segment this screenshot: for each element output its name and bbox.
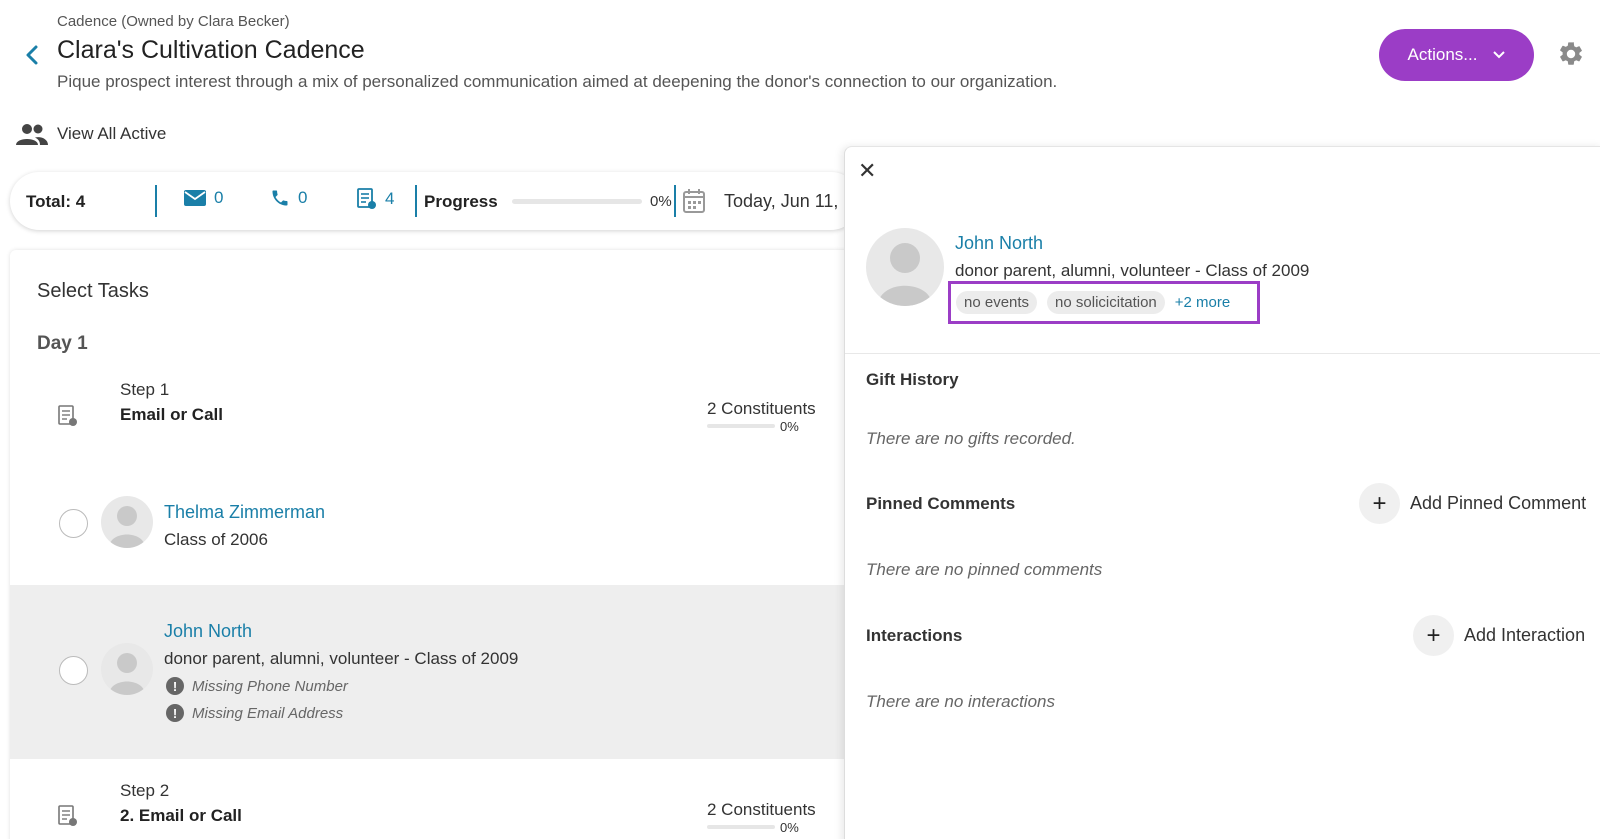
constituents-count: 2 Constituents xyxy=(707,399,816,418)
date-label[interactable]: Today, Jun 11, xyxy=(724,191,838,212)
interactions-empty: There are no interactions xyxy=(866,692,1055,711)
people-icon xyxy=(16,124,48,145)
divider xyxy=(845,353,1600,354)
progress-bar xyxy=(512,199,642,204)
email-icon xyxy=(184,190,206,206)
day-label: Day 1 xyxy=(37,333,88,354)
constituents-count: 2 Constituents xyxy=(707,800,816,819)
progress-percent: 0% xyxy=(650,193,672,210)
constituent-description: Class of 2006 xyxy=(164,530,268,549)
constituent-name[interactable]: John North xyxy=(164,621,252,642)
view-all-active-link[interactable]: View All Active xyxy=(15,122,166,146)
step-progress-percent: 0% xyxy=(780,419,799,434)
task-list-icon xyxy=(58,805,77,826)
chevron-down-icon xyxy=(1493,51,1506,59)
step-progress-bar xyxy=(707,424,775,428)
step-progress-bar xyxy=(707,825,775,829)
avatar xyxy=(101,496,153,548)
divider xyxy=(155,185,157,217)
page-description: Pique prospect interest through a mix of… xyxy=(57,72,1058,91)
cadence-owner: Cadence (Owned by Clara Becker) xyxy=(57,13,290,30)
pinned-comments-heading: Pinned Comments xyxy=(866,494,1016,513)
avatar xyxy=(101,643,153,695)
person-silhouette-icon xyxy=(109,506,145,548)
phone-icon xyxy=(272,190,288,206)
pinned-comments-empty: There are no pinned comments xyxy=(866,560,1103,579)
task-list-icon xyxy=(357,188,376,209)
page-title: Clara's Cultivation Cadence xyxy=(57,36,365,64)
step-name: Email or Call xyxy=(120,405,223,424)
phone-count: 0 xyxy=(298,188,308,207)
tag: no events xyxy=(956,291,1038,314)
email-count: 0 xyxy=(214,188,224,207)
back-chevron-icon[interactable] xyxy=(22,42,42,68)
drawer-constituent-name[interactable]: John North xyxy=(955,233,1043,254)
actions-label: Actions... xyxy=(1407,45,1478,64)
interactions-heading: Interactions xyxy=(866,626,963,645)
alert-icon: ! xyxy=(166,704,184,722)
gift-history-empty: There are no gifts recorded. xyxy=(866,429,1076,448)
step-name: 2. Email or Call xyxy=(120,806,242,825)
add-interaction-button[interactable]: + Add Interaction xyxy=(1413,615,1585,656)
add-interaction-label: Add Interaction xyxy=(1464,625,1586,645)
close-icon[interactable]: ✕ xyxy=(858,160,876,182)
divider xyxy=(415,185,417,217)
gift-history-heading: Gift History xyxy=(866,370,959,389)
tag-list: no events no solicicitation +2 more xyxy=(948,281,1260,324)
drawer-constituent-description: donor parent, alumni, volunteer - Class … xyxy=(955,261,1310,280)
warning-item: ! Missing Email Address xyxy=(166,704,343,722)
step-progress-percent: 0% xyxy=(780,820,799,835)
task-list-icon xyxy=(58,405,77,426)
warning-item: ! Missing Phone Number xyxy=(166,677,348,695)
total-count: Total: 4 xyxy=(26,192,86,211)
task-count: 4 xyxy=(385,189,395,208)
warning-text: Missing Phone Number xyxy=(192,677,348,695)
divider xyxy=(674,185,676,217)
person-silhouette-icon xyxy=(878,243,932,306)
task-stat[interactable]: 4 xyxy=(357,188,394,210)
warning-text: Missing Email Address xyxy=(192,704,344,722)
plus-icon: + xyxy=(1359,483,1400,524)
constituent-name[interactable]: Thelma Zimmerman xyxy=(164,502,325,523)
more-tags-link[interactable]: +2 more xyxy=(1175,294,1230,311)
calendar-icon[interactable] xyxy=(682,188,706,214)
progress-label: Progress xyxy=(424,192,498,211)
step-number: Step 2 xyxy=(120,781,170,800)
alert-icon: ! xyxy=(166,677,184,695)
view-all-label: View All Active xyxy=(57,124,167,143)
person-silhouette-icon xyxy=(109,653,145,695)
add-pinned-comment-button[interactable]: + Add Pinned Comment xyxy=(1359,483,1586,524)
step-number: Step 1 xyxy=(120,380,170,399)
select-radio[interactable] xyxy=(59,656,88,685)
actions-button[interactable]: Actions... xyxy=(1379,29,1534,81)
email-stat[interactable]: 0 xyxy=(184,188,223,208)
constituent-description: donor parent, alumni, volunteer - Class … xyxy=(164,649,519,668)
add-pinned-comment-label: Add Pinned Comment xyxy=(1410,493,1587,513)
select-radio[interactable] xyxy=(59,509,88,538)
phone-stat[interactable]: 0 xyxy=(270,188,307,208)
plus-icon: + xyxy=(1413,615,1454,656)
select-tasks-heading: Select Tasks xyxy=(37,280,149,302)
gear-icon[interactable] xyxy=(1557,40,1585,68)
tag: no solicicitation xyxy=(1047,291,1165,314)
avatar xyxy=(866,228,944,306)
